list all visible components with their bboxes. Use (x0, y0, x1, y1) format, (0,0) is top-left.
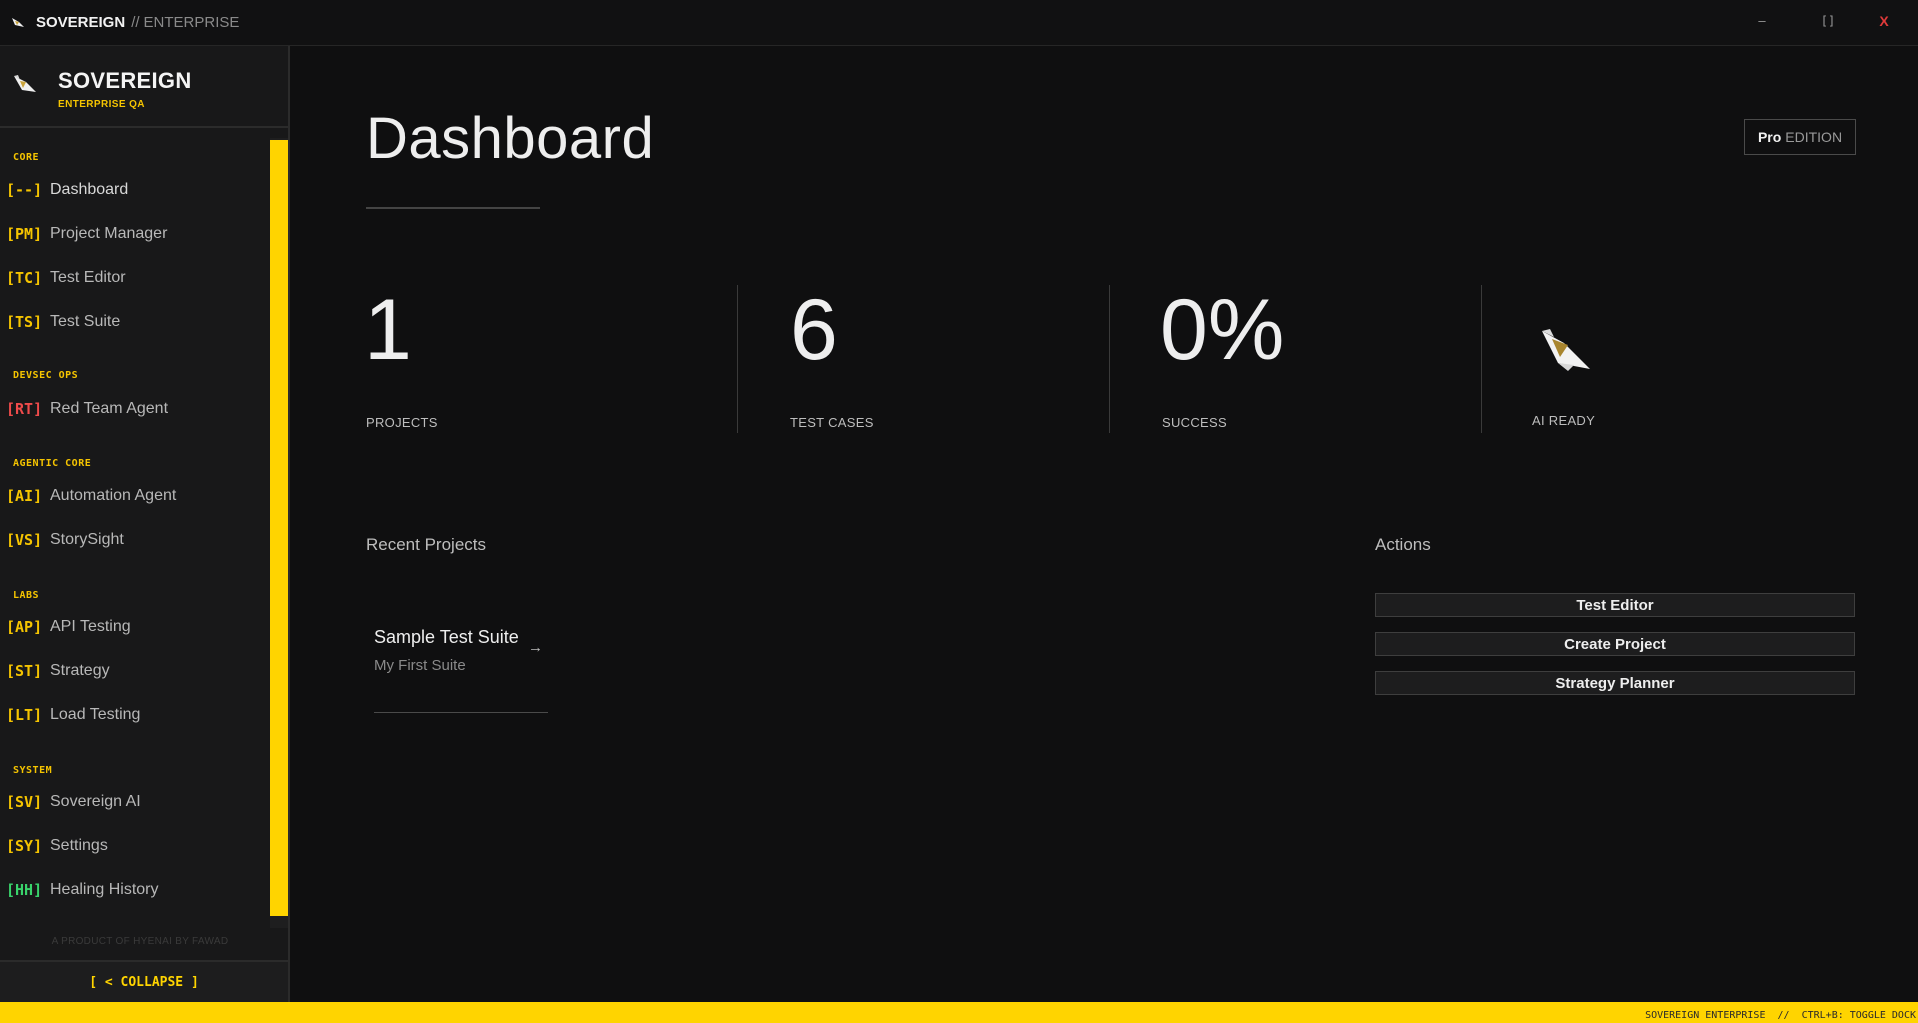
brand-name: SOVEREIGN (58, 68, 192, 93)
sidebar-scrollbar-thumb[interactable] (270, 140, 288, 916)
stat-divider (1481, 285, 1482, 433)
nav-code: [VS] (6, 531, 43, 549)
page-title: Dashboard (366, 106, 655, 171)
nav-code: [SV] (6, 793, 43, 811)
product-credit: A PRODUCT OF HYENAI BY FAWAD (51, 936, 229, 947)
stat-divider (737, 285, 738, 433)
sidebar-item-healing-history[interactable]: [HH] Healing History (0, 872, 265, 908)
test-editor-button[interactable]: Test Editor (1375, 593, 1855, 617)
stat-projects: 1 PROJECTS (364, 282, 437, 430)
status-bar: SOVEREIGN ENTERPRISE // CTRL+B: TOGGLE D… (0, 1002, 1918, 1023)
main-content: Dashboard Pro EDITION 1 PROJECTS 6 TEST … (292, 47, 1918, 1002)
nav-label: Test Suite (50, 313, 121, 330)
app-name: SOVEREIGN (36, 14, 126, 31)
bird-logo-icon (12, 17, 24, 27)
status-text: SOVEREIGN ENTERPRISE // CTRL+B: TOGGLE D… (1645, 1010, 1916, 1021)
nav-label: Strategy (50, 662, 110, 679)
title-bar: SOVEREIGN // ENTERPRISE – [] X (0, 0, 1918, 46)
bird-logo-icon (14, 75, 36, 92)
minimize-button[interactable]: – (1742, 10, 1782, 32)
section-agentic-core: AGENTIC CORE (13, 458, 92, 469)
stat-value: 6 (790, 282, 838, 378)
nav-code: [TC] (6, 269, 43, 287)
sidebar-item-project-manager[interactable]: [PM] Project Manager (0, 216, 265, 252)
sidebar-item-test-suite[interactable]: [TS] Test Suite (0, 304, 265, 340)
stat-success: 0% SUCCESS (1160, 282, 1285, 430)
badge-pro: Pro (1757, 129, 1782, 145)
create-project-button[interactable]: Create Project (1375, 632, 1855, 656)
nav-label: Dashboard (50, 181, 129, 198)
nav-label: Sovereign AI (50, 793, 141, 810)
stat-caption: SUCCESS (1162, 415, 1227, 430)
nav-code: [HH] (6, 881, 43, 899)
stat-caption: PROJECTS (366, 415, 438, 430)
recent-projects-title: Recent Projects (366, 535, 486, 554)
nav-code: [TS] (6, 313, 43, 331)
project-name: Sample Test Suite (374, 627, 519, 647)
stat-test-cases: 6 TEST CASES (790, 282, 873, 430)
nav-label: API Testing (50, 618, 131, 635)
title-separator: // (131, 14, 140, 31)
nav-code: [LT] (6, 706, 43, 724)
edition-label: ENTERPRISE (143, 14, 240, 31)
maximize-button[interactable]: [] (1808, 10, 1848, 32)
nav-label: Test Editor (50, 269, 126, 286)
nav-label: Red Team Agent (50, 400, 169, 417)
title-underline (366, 207, 540, 209)
section-devsec-ops: DEVSEC OPS (13, 370, 79, 381)
collapse-button[interactable]: [ < COLLAPSE ] (0, 960, 288, 1002)
nav-label: Settings (50, 837, 108, 854)
nav-label: Load Testing (50, 706, 141, 723)
nav-label: Project Manager (50, 225, 168, 242)
close-button[interactable]: X (1864, 10, 1904, 32)
nav-code: [RT] (6, 400, 43, 418)
stat-caption: TEST CASES (790, 415, 874, 430)
bird-ai-icon (1542, 329, 1590, 371)
nav-label: Automation Agent (50, 487, 177, 504)
stat-divider (1109, 285, 1110, 433)
sidebar-item-test-editor[interactable]: [TC] Test Editor (0, 260, 265, 296)
stat-value: 0% (1160, 282, 1285, 378)
pro-edition-badge: Pro EDITION (1744, 119, 1856, 155)
strategy-planner-button[interactable]: Strategy Planner (1375, 671, 1855, 695)
sidebar-nav: CORE [--] Dashboard [PM] Project Manager… (0, 130, 270, 920)
sidebar-item-dashboard[interactable]: [--] Dashboard (0, 172, 265, 208)
sidebar-item-red-team-agent[interactable]: [RT] Red Team Agent (0, 391, 265, 427)
badge-edition: EDITION (1785, 129, 1843, 145)
sidebar-item-sovereign-ai[interactable]: [SV] Sovereign AI (0, 784, 265, 820)
sidebar-item-automation-agent[interactable]: [AI] Automation Agent (0, 478, 265, 514)
actions-title: Actions (1375, 535, 1431, 554)
stat-value: 1 (364, 282, 412, 378)
nav-code: [AP] (6, 618, 43, 636)
nav-label: Healing History (50, 881, 159, 898)
nav-code: [PM] (6, 225, 43, 243)
nav-label: StorySight (50, 531, 124, 548)
arrow-right-icon: → (528, 639, 543, 656)
brand-subtitle: ENTERPRISE QA (58, 99, 145, 110)
nav-code: [ST] (6, 662, 43, 680)
sidebar-item-storysight[interactable]: [VS] StorySight (0, 522, 265, 558)
sidebar: SOVEREIGN ENTERPRISE QA CORE [--] Dashbo… (0, 46, 290, 1002)
sidebar-item-api-testing[interactable]: [AP] API Testing (0, 609, 265, 645)
section-system: SYSTEM (13, 765, 53, 776)
nav-code: [--] (6, 181, 43, 199)
nav-code: [AI] (6, 487, 43, 505)
section-core: CORE (13, 152, 40, 163)
sidebar-item-load-testing[interactable]: [LT] Load Testing (0, 697, 265, 733)
ai-ready-caption: AI READY (1532, 413, 1596, 428)
project-subtitle: My First Suite (374, 657, 466, 674)
project-card[interactable]: Sample Test Suite My First Suite → (374, 627, 548, 713)
sidebar-item-strategy[interactable]: [ST] Strategy (0, 653, 265, 689)
sidebar-brand: SOVEREIGN ENTERPRISE QA (0, 46, 288, 128)
section-labs: LABS (13, 590, 40, 601)
nav-code: [SY] (6, 837, 43, 855)
sidebar-item-settings[interactable]: [SY] Settings (0, 828, 265, 864)
